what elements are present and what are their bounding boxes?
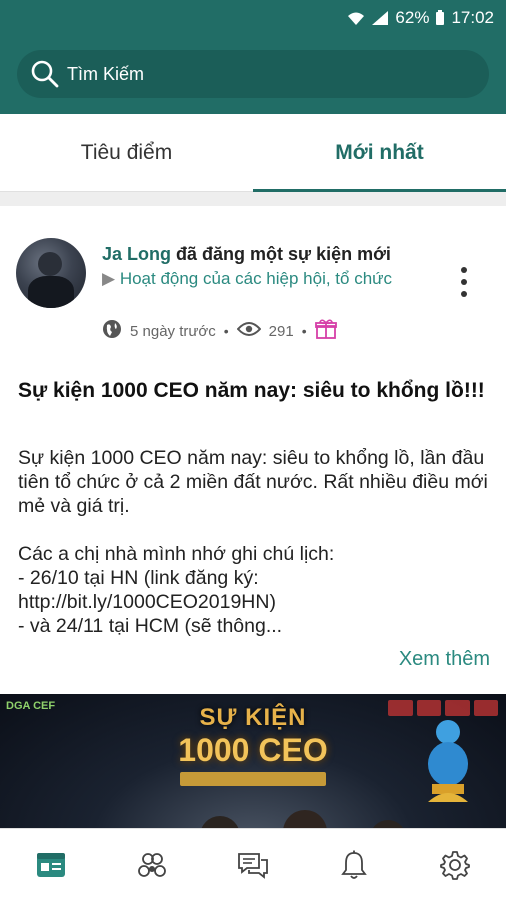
app-header: Tìm Kiếm [0, 36, 506, 114]
separator-dot: • [223, 323, 229, 339]
nav-groups[interactable] [122, 835, 182, 895]
tab-latest[interactable]: Mới nhất [253, 114, 506, 192]
nav-notifications[interactable] [324, 835, 384, 895]
post-card: Ja Long đã đăng một sự kiện mới ▶ Hoạt đ… [0, 206, 506, 694]
feed-divider [0, 192, 506, 206]
tab-highlights[interactable]: Tiêu điểm [0, 114, 253, 191]
crowd-illustration [201, 810, 403, 828]
wifi-icon [347, 10, 365, 26]
author-name[interactable]: Ja Long [102, 244, 171, 264]
bell-icon [341, 850, 367, 879]
battery-percent: 62% [395, 8, 430, 27]
event-banner-image[interactable]: DGA CEF SỰ KIỆN 1000 CEO [0, 694, 506, 828]
post-header: Ja Long đã đăng một sự kiện mới [102, 244, 442, 265]
chat-icon [238, 852, 268, 879]
nav-settings[interactable] [425, 835, 485, 895]
nav-chat[interactable] [223, 835, 283, 895]
see-more-link[interactable]: Xem thêm [399, 648, 490, 671]
nav-newsfeed[interactable] [21, 835, 81, 895]
genie-illustration [428, 720, 468, 802]
newsfeed-icon [36, 852, 65, 877]
view-count: 291 [268, 322, 294, 340]
status-bar: 62% 17:02 [0, 0, 506, 36]
battery-icon [435, 10, 445, 26]
post-meta: 5 ngày trước • 291 • [102, 319, 337, 343]
globe-icon [102, 319, 122, 343]
eye-icon [236, 321, 262, 341]
play-arrow-icon: ▶ [102, 269, 116, 288]
gift-icon[interactable] [314, 318, 337, 344]
post-category[interactable]: ▶ Hoạt động của các hiệp hội, tổ chức [102, 268, 422, 289]
more-options-button[interactable] [450, 264, 478, 300]
post-title: Sự kiện 1000 CEO năm nay: siêu to khổng … [18, 379, 485, 402]
search-icon [27, 56, 63, 92]
gear-icon [440, 850, 471, 880]
signal-icon [371, 10, 389, 26]
banner-subtitle-strip [180, 772, 326, 786]
clock: 17:02 [451, 8, 494, 27]
separator-dot: • [301, 323, 307, 339]
post-time: 5 ngày trước [130, 322, 216, 340]
bottom-navigation [0, 828, 506, 900]
post-body: Sự kiện 1000 CEO năm nay: siêu to khổng … [18, 447, 488, 637]
feed-tabs: Tiêu điểm Mới nhất [0, 114, 506, 192]
search-placeholder: Tìm Kiếm [67, 63, 145, 84]
search-bar[interactable]: Tìm Kiếm [17, 50, 489, 98]
post-action: đã đăng một sự kiện mới [176, 244, 391, 264]
groups-icon [137, 852, 166, 877]
avatar[interactable] [16, 238, 86, 308]
category-label: Hoạt động của các hiệp hội, tổ chức [119, 269, 393, 288]
